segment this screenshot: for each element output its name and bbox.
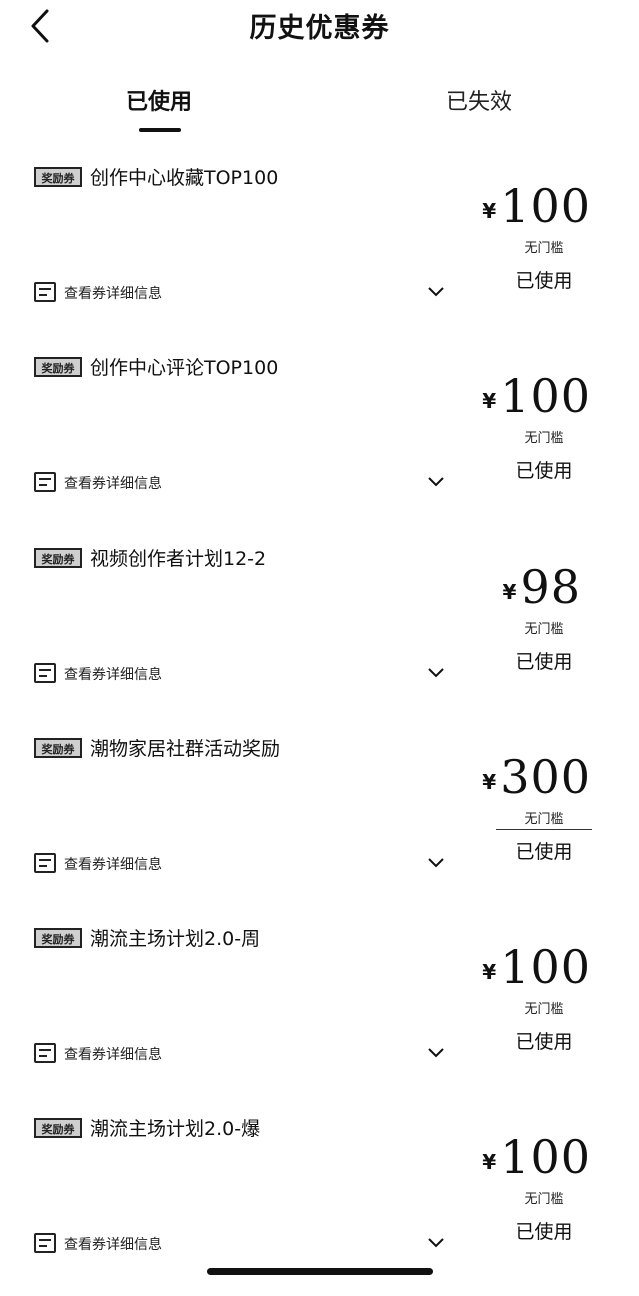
- tab-expired[interactable]: 已失效: [446, 84, 512, 116]
- threshold-label: 无门槛: [524, 622, 564, 637]
- reward-tag: 奖励券: [34, 167, 82, 187]
- coupon-amount: ¥98: [503, 560, 581, 614]
- tab-bar: 已使用 已失效: [0, 80, 639, 136]
- home-indicator[interactable]: [207, 1268, 433, 1275]
- status-label: 已使用: [515, 1221, 573, 1243]
- coupon-card: 奖励券 视频创作者计划12-2 ¥98 无门槛 已使用 查看券详细信息: [0, 536, 639, 726]
- chevron-down-icon[interactable]: [426, 282, 446, 302]
- divider: [496, 829, 592, 830]
- coupon-title: 潮流主场计划2.0-爆: [90, 1118, 261, 1140]
- ticket-icon: [34, 1233, 56, 1253]
- threshold-label: 无门槛: [524, 812, 564, 827]
- coupon-title: 视频创作者计划12-2: [90, 548, 267, 570]
- reward-tag: 奖励券: [34, 738, 82, 758]
- view-details-label: 查看券详细信息: [64, 857, 162, 873]
- view-details-button[interactable]: 查看券详细信息: [34, 661, 454, 687]
- ticket-icon: [34, 282, 56, 302]
- amount-value: 100: [500, 940, 591, 994]
- coupon-card: 奖励券 潮流主场计划2.0-周 ¥100 无门槛 已使用 查看券详细信息: [0, 916, 639, 1106]
- coupon-amount: ¥100: [482, 179, 591, 233]
- page-title: 历史优惠券: [249, 13, 390, 44]
- chevron-down-icon[interactable]: [426, 1043, 446, 1063]
- tab-used[interactable]: 已使用: [126, 84, 192, 116]
- currency-symbol: ¥: [482, 1150, 497, 1174]
- threshold-label: 无门槛: [524, 1192, 564, 1207]
- coupon-amount: ¥100: [482, 369, 591, 423]
- view-details-label: 查看券详细信息: [64, 286, 162, 302]
- reward-tag: 奖励券: [34, 928, 82, 948]
- coupon-card: 奖励券 潮物家居社群活动奖励 ¥300 无门槛 已使用 查看券详细信息: [0, 726, 639, 916]
- coupon-amount: ¥100: [482, 1130, 591, 1184]
- coupon-amount: ¥300: [482, 750, 591, 804]
- currency-symbol: ¥: [502, 580, 517, 604]
- view-details-button[interactable]: 查看券详细信息: [34, 851, 454, 877]
- currency-symbol: ¥: [482, 199, 497, 223]
- ticket-icon: [34, 472, 56, 492]
- status-label: 已使用: [515, 651, 573, 673]
- threshold-label: 无门槛: [524, 241, 564, 256]
- amount-value: 100: [500, 369, 591, 423]
- coupon-card: 奖励券 创作中心评论TOP100 ¥100 无门槛 已使用 查看券详细信息: [0, 345, 639, 535]
- amount-value: 300: [500, 750, 591, 804]
- view-details-label: 查看券详细信息: [64, 667, 162, 683]
- coupon-title: 潮物家居社群活动奖励: [90, 738, 281, 760]
- view-details-label: 查看券详细信息: [64, 1047, 162, 1063]
- currency-symbol: ¥: [482, 770, 497, 794]
- ticket-icon: [34, 663, 56, 683]
- view-details-button[interactable]: 查看券详细信息: [34, 470, 454, 496]
- view-details-label: 查看券详细信息: [64, 1237, 162, 1253]
- coupon-amount: ¥100: [482, 940, 591, 994]
- coupon-card: 奖励券 创作中心收藏TOP100 ¥100 无门槛 已使用 查看券详细信息: [0, 155, 639, 345]
- reward-tag: 奖励券: [34, 1118, 82, 1138]
- chevron-down-icon[interactable]: [426, 663, 446, 683]
- status-label: 已使用: [515, 460, 573, 482]
- amount-value: 98: [520, 560, 581, 614]
- ticket-icon: [34, 853, 56, 873]
- reward-tag: 奖励券: [34, 548, 82, 568]
- ticket-icon: [34, 1043, 56, 1063]
- view-details-button[interactable]: 查看券详细信息: [34, 1041, 454, 1067]
- threshold-label: 无门槛: [524, 431, 564, 446]
- view-details-button[interactable]: 查看券详细信息: [34, 1231, 454, 1257]
- status-label: 已使用: [515, 841, 573, 863]
- currency-symbol: ¥: [482, 389, 497, 413]
- reward-tag: 奖励券: [34, 357, 82, 377]
- coupon-title: 创作中心收藏TOP100: [90, 167, 279, 189]
- active-tab-indicator: [139, 128, 181, 132]
- view-details-button[interactable]: 查看券详细信息: [34, 280, 454, 306]
- currency-symbol: ¥: [482, 960, 497, 984]
- amount-value: 100: [500, 1130, 591, 1184]
- amount-value: 100: [500, 179, 591, 233]
- view-details-label: 查看券详细信息: [64, 476, 162, 492]
- chevron-down-icon[interactable]: [426, 472, 446, 492]
- coupon-title: 潮流主场计划2.0-周: [90, 928, 261, 950]
- nav-bar: 历史优惠券: [0, 0, 639, 56]
- status-label: 已使用: [515, 1031, 573, 1053]
- coupon-title: 创作中心评论TOP100: [90, 357, 279, 379]
- chevron-down-icon[interactable]: [426, 1233, 446, 1253]
- threshold-label: 无门槛: [524, 1002, 564, 1017]
- status-label: 已使用: [515, 270, 573, 292]
- chevron-down-icon[interactable]: [426, 853, 446, 873]
